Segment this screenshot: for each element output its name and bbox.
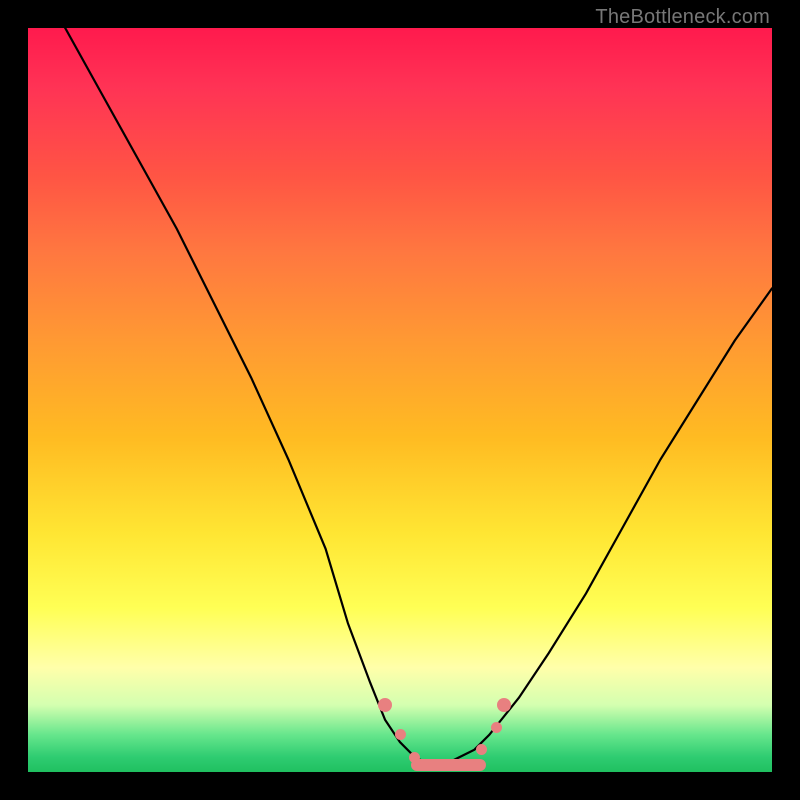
curve-marker — [409, 752, 420, 763]
watermark-text: TheBottleneck.com — [595, 6, 770, 29]
curve-marker — [491, 722, 502, 733]
plot-area — [28, 28, 772, 772]
curve-svg — [28, 28, 772, 772]
marker-blob — [411, 759, 486, 771]
curve-marker — [432, 759, 443, 770]
chart-frame: TheBottleneck.com — [0, 0, 800, 800]
curve-marker — [395, 729, 406, 740]
bottleneck-curve — [28, 28, 772, 765]
curve-marker — [454, 759, 465, 770]
